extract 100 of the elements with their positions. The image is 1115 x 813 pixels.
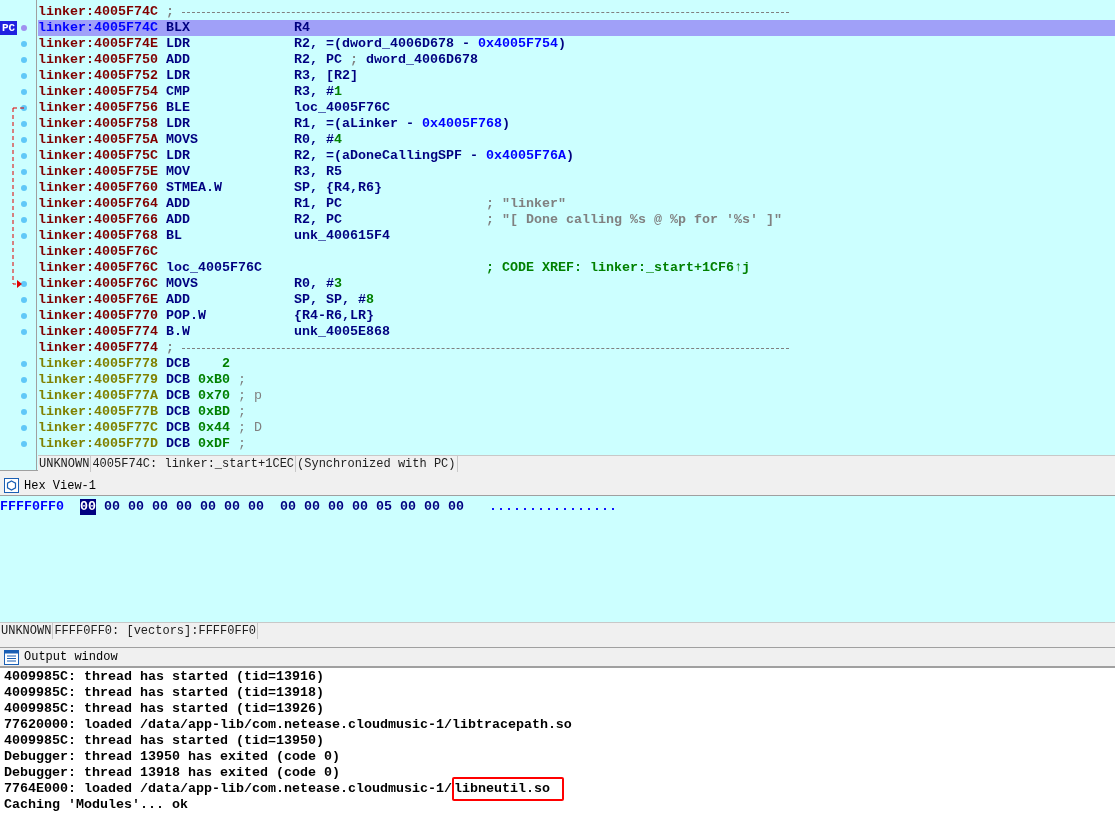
mnemonic-text: ADD: [166, 52, 191, 68]
operand-text: R3, R5: [294, 164, 343, 180]
operand-text: unk_400615F4: [294, 228, 391, 244]
output-line: Debugger: thread 13918 has exited (code 0): [4, 765, 340, 781]
operand-text: R3, #1: [294, 84, 343, 100]
operand-text: SP, {R4,R6}: [294, 180, 383, 196]
status-text: (Synchronized with PC): [296, 456, 458, 472]
panel-title: Hex View-1: [24, 477, 96, 495]
address-text: linker:4005F768: [38, 228, 159, 244]
mnemonic-text: DCB: [166, 436, 191, 452]
address-text: linker:4005F75E: [38, 164, 159, 180]
operand-text: SP, SP, #8: [294, 292, 375, 308]
mnemonic-text: ADD: [166, 212, 191, 228]
hex-byte[interactable]: 00: [248, 499, 264, 516]
operand-text: R2, =(aDoneCallingSPF - 0x4005F76A): [294, 148, 574, 164]
mnemonic-text: MOVS: [166, 132, 199, 148]
status-text: UNKNOWN: [0, 623, 54, 639]
address-text: linker:4005F766: [38, 212, 159, 228]
mnemonic-text: DCB: [166, 372, 191, 388]
address-text: linker:4005F779: [38, 372, 159, 388]
mnemonic-text: LDR: [166, 116, 191, 132]
address-text: linker:4005F74E: [38, 36, 159, 52]
address-text: linker:4005F764: [38, 196, 159, 212]
address-text: linker:4005F770: [38, 308, 159, 324]
value-text: 0x70: [198, 388, 230, 404]
address-text: FFFF0FF0: [0, 499, 65, 516]
mnemonic-text: BLE: [166, 100, 191, 116]
mnemonic-text: LDR: [166, 68, 191, 84]
panel-title: Output window: [24, 649, 118, 666]
address-text: linker:4005F75A: [38, 132, 159, 148]
value-text: 0xDF: [198, 436, 230, 452]
mnemonic-text: BLX: [166, 20, 191, 36]
selected-row[interactable]: linker:4005F74C BLX R4: [38, 20, 1115, 36]
hex-byte[interactable]: 00: [152, 499, 168, 516]
hex-byte[interactable]: 00: [176, 499, 192, 516]
operand-text: R2, PC ; dword_4006D678: [294, 52, 479, 68]
mnemonic-text: STMEA.W: [166, 180, 223, 196]
hex-byte[interactable]: 00: [424, 499, 440, 516]
operand-text: R0, #3: [294, 276, 343, 292]
hexagon-icon: [4, 478, 19, 494]
ascii-text: ................: [489, 499, 617, 516]
mnemonic-text: MOV: [166, 164, 191, 180]
operand-text: R0, #4: [294, 132, 343, 148]
address-text: linker:4005F74C: [38, 20, 159, 36]
address-text: linker:4005F752: [38, 68, 159, 84]
hex-byte[interactable]: 00: [328, 499, 344, 516]
output-line: Debugger: thread 13950 has exited (code 0): [4, 749, 340, 765]
hex-byte[interactable]: 00: [448, 499, 464, 516]
address-text: linker:4005F76E: [38, 292, 159, 308]
hex-byte[interactable]: 00: [104, 499, 120, 516]
hex-byte[interactable]: 00: [224, 499, 240, 516]
hex-byte[interactable]: 00: [280, 499, 296, 516]
address-text: linker:4005F774: [38, 324, 159, 340]
address-text: linker:4005F76C: [38, 244, 159, 260]
hex-byte[interactable]: 00: [400, 499, 416, 516]
operand-text: R3, [R2]: [294, 68, 359, 84]
comment-text: ;: [238, 404, 246, 420]
output-line: Caching 'Modules'... ok: [4, 797, 188, 813]
operand-text: R1, PC: [294, 196, 343, 212]
address-text: linker:4005F754: [38, 84, 159, 100]
hex-byte[interactable]: 00: [80, 499, 96, 516]
comment-text: ; "linker": [486, 196, 566, 212]
operand-text: loc_4005F76C: [294, 100, 391, 116]
value-text: 0xB0: [198, 372, 230, 388]
mnemonic-text: ADD: [166, 292, 191, 308]
hex-byte[interactable]: 05: [376, 499, 392, 516]
address-text: linker:4005F74C: [38, 4, 159, 20]
address-text: linker:4005F75C: [38, 148, 159, 164]
output-line: 4009985C: thread has started (tid=13916): [4, 669, 324, 685]
output-line: 4009985C: thread has started (tid=13926): [4, 701, 324, 717]
operand-text: unk_4005E868: [294, 324, 391, 340]
mnemonic-text: BL: [166, 228, 183, 244]
hex-byte[interactable]: 00: [352, 499, 368, 516]
comment-text: ;: [238, 436, 246, 452]
operand-text: R1, =(aLinker - 0x4005F768): [294, 116, 510, 132]
comment-text: ; D: [238, 420, 262, 436]
address-text: linker:4005F778: [38, 356, 159, 372]
mnemonic-text: MOVS: [166, 276, 199, 292]
address-text: linker:4005F756: [38, 100, 159, 116]
hex-byte[interactable]: 00: [200, 499, 216, 516]
address-text: linker:4005F774: [38, 340, 159, 356]
mnemonic-text: LDR: [166, 36, 191, 52]
output-line: 77620000: loaded /data/app-lib/com.netease.cloudmusic-1/libtracepath.so: [4, 717, 572, 733]
comment-text: ; p: [238, 388, 262, 404]
mnemonic-text: loc_4005F76C: [166, 260, 263, 276]
comment-text: ;: [238, 372, 246, 388]
value-text: 0x44: [198, 420, 230, 436]
value-text: 0xBD: [198, 404, 230, 420]
mnemonic-text: ADD: [166, 196, 191, 212]
hex-byte[interactable]: 00: [128, 499, 144, 516]
address-text: linker:4005F750: [38, 52, 159, 68]
output-line: 4009985C: thread has started (tid=13918): [4, 685, 324, 701]
address-text: linker:4005F760: [38, 180, 159, 196]
address-text: linker:4005F76C: [38, 276, 159, 292]
comment-text: ;: [166, 340, 174, 356]
hex-byte[interactable]: 00: [304, 499, 320, 516]
mnemonic-text: LDR: [166, 148, 191, 164]
operand-text: R4: [294, 20, 311, 36]
address-text: linker:4005F76C: [38, 260, 159, 276]
document-icon: [4, 649, 19, 665]
